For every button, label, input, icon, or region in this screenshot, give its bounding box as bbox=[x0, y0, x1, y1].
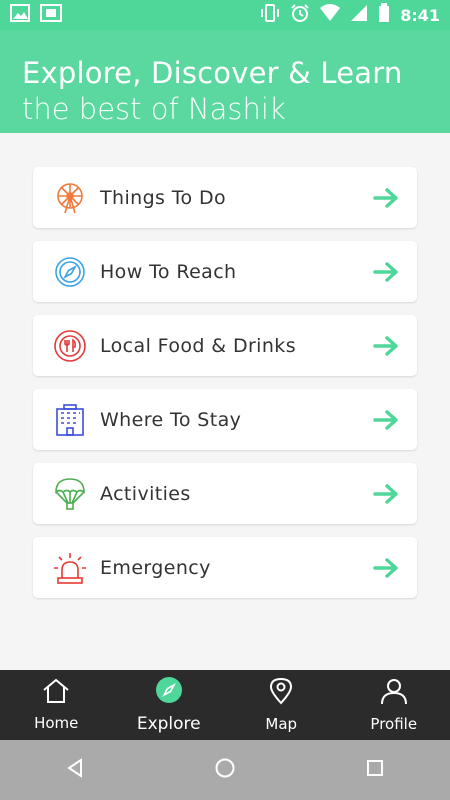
wifi-icon bbox=[320, 4, 341, 26]
arrow-right-icon[interactable] bbox=[373, 261, 399, 282]
card-activities[interactable]: Activities bbox=[33, 463, 417, 524]
compass-icon bbox=[53, 255, 87, 289]
home-icon bbox=[42, 678, 70, 708]
ferris-wheel-icon bbox=[53, 181, 87, 215]
nav-map[interactable]: Map bbox=[225, 670, 338, 740]
recents-icon[interactable] bbox=[365, 758, 385, 782]
nav-label: Map bbox=[265, 715, 298, 733]
nav-home[interactable]: Home bbox=[0, 670, 113, 740]
screen-record-icon bbox=[40, 4, 62, 26]
card-label: Activities bbox=[100, 482, 191, 505]
card-local-food-drinks[interactable]: Local Food & Drinks bbox=[33, 315, 417, 376]
arrow-right-icon[interactable] bbox=[373, 483, 399, 504]
arrow-right-icon[interactable] bbox=[373, 335, 399, 356]
signal-icon bbox=[350, 4, 368, 26]
card-things-to-do[interactable]: Things To Do bbox=[33, 167, 417, 228]
card-where-to-stay[interactable]: Where To Stay bbox=[33, 389, 417, 450]
category-list: Things To Do How To Reach Local Food & D… bbox=[33, 167, 417, 611]
arrow-right-icon[interactable] bbox=[373, 557, 399, 578]
compass-icon bbox=[155, 676, 183, 708]
siren-icon bbox=[53, 551, 87, 585]
system-nav-bar bbox=[0, 740, 450, 800]
nav-profile[interactable]: Profile bbox=[338, 670, 450, 740]
card-emergency[interactable]: Emergency bbox=[33, 537, 417, 598]
nav-explore[interactable]: Explore bbox=[113, 670, 226, 740]
card-label: Things To Do bbox=[100, 186, 227, 209]
arrow-right-icon[interactable] bbox=[373, 409, 399, 430]
card-label: Emergency bbox=[100, 556, 211, 579]
arrow-right-icon[interactable] bbox=[373, 187, 399, 208]
header-title: Explore, Discover & Learn bbox=[22, 56, 403, 90]
profile-icon bbox=[380, 677, 408, 709]
nav-label: Home bbox=[34, 714, 79, 732]
image-icon bbox=[10, 4, 30, 26]
card-how-to-reach[interactable]: How To Reach bbox=[33, 241, 417, 302]
nav-label: Profile bbox=[370, 715, 418, 733]
parachute-icon bbox=[53, 477, 87, 511]
map-pin-icon bbox=[269, 677, 293, 709]
nav-label: Explore bbox=[136, 714, 201, 734]
header-banner: Explore, Discover & Learn the best of Na… bbox=[0, 30, 450, 133]
home-circle-icon[interactable] bbox=[214, 757, 236, 783]
vibrate-icon bbox=[260, 3, 280, 27]
back-icon[interactable] bbox=[65, 758, 85, 782]
plate-cutlery-icon bbox=[53, 329, 87, 363]
card-label: Where To Stay bbox=[100, 408, 242, 431]
card-label: Local Food & Drinks bbox=[100, 334, 297, 357]
header-subtitle: the best of Nashik bbox=[22, 92, 286, 126]
battery-icon bbox=[378, 3, 390, 27]
hotel-building-icon bbox=[53, 403, 87, 437]
alarm-icon bbox=[290, 3, 310, 27]
status-time: 8:41 bbox=[400, 5, 440, 25]
card-label: How To Reach bbox=[100, 260, 237, 283]
status-bar: 8:41 bbox=[0, 0, 450, 30]
bottom-nav: Home Explore Map Profile bbox=[0, 670, 450, 740]
